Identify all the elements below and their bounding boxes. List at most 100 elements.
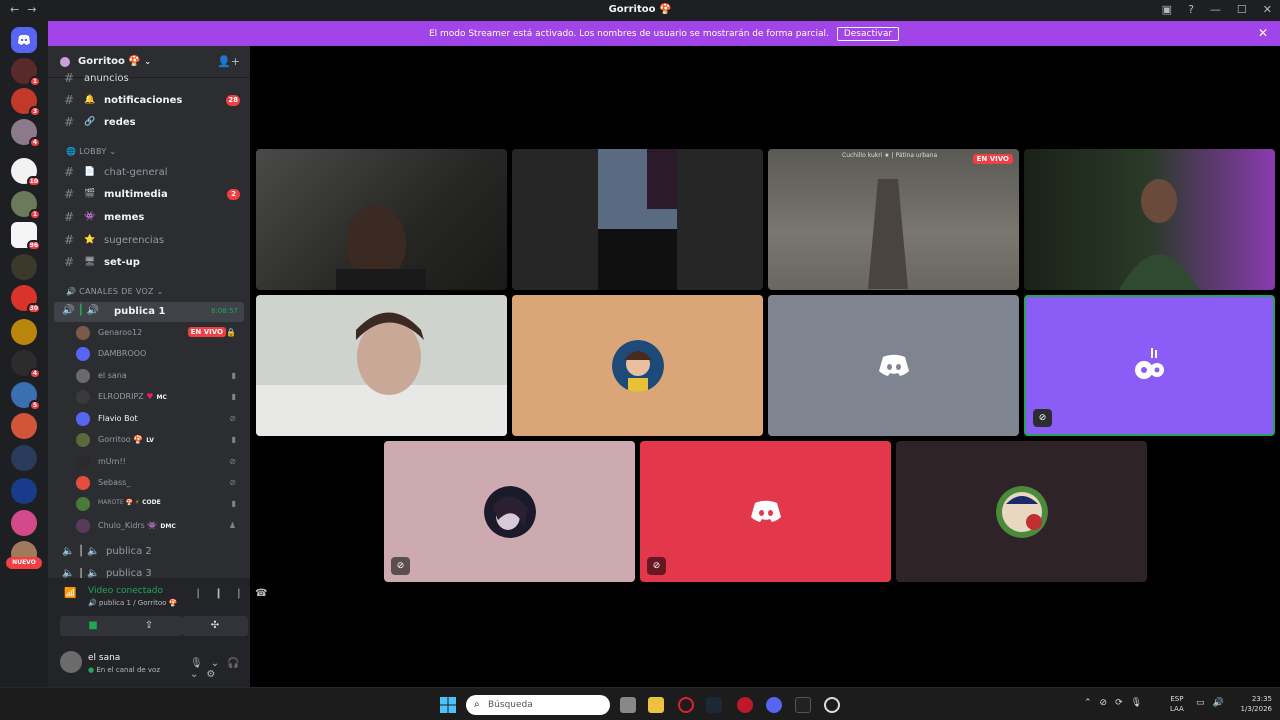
disable-streamer-button[interactable]: Desactivar: [836, 26, 900, 41]
server-icon-7[interactable]: [11, 254, 37, 280]
chrome-icon[interactable]: [824, 697, 840, 713]
server-icon-5[interactable]: 1: [11, 191, 41, 220]
video-tile-11[interactable]: [896, 441, 1147, 582]
streamer-mode-banner: El modo Streamer está activado. Los nomb…: [48, 21, 1280, 46]
category-voice[interactable]: 🔊 CANALES DE VOZ ⌄: [66, 287, 164, 296]
app-icon[interactable]: [737, 697, 753, 713]
windows-start-icon[interactable]: [440, 697, 456, 713]
video-tile-1[interactable]: [256, 149, 507, 290]
tray-icon: ⊘: [1099, 698, 1116, 708]
close-icon[interactable]: ✕: [1258, 26, 1268, 40]
video-tile-8-speaking[interactable]: ⊘: [1024, 295, 1275, 436]
video-tile-9[interactable]: ⊘: [384, 441, 635, 582]
voice-user[interactable]: Gorritoo 🍄 LV ▮: [76, 430, 242, 450]
channel-memes[interactable]: # 👾 memes: [56, 207, 244, 227]
network-volume-icons[interactable]: ▭🔊: [1196, 698, 1232, 708]
server-icon-10[interactable]: 4: [11, 350, 41, 379]
discord-logo-icon: [750, 500, 781, 522]
server-icon-9[interactable]: [11, 319, 37, 345]
voice-actions[interactable]: ❘❙❘☎: [194, 588, 280, 599]
video-tile-6[interactable]: [512, 295, 763, 436]
search-icon: ⌕: [474, 699, 480, 710]
discord-home-icon[interactable]: [11, 27, 37, 53]
user-name: el sana: [88, 653, 121, 663]
avatar[interactable]: [60, 651, 82, 673]
server-icon-8[interactable]: 30: [11, 285, 41, 314]
activities-button[interactable]: ✣: [182, 616, 248, 636]
minimize-button[interactable]: —: [1210, 3, 1221, 16]
inbox-icon[interactable]: ▣: [1162, 3, 1172, 16]
close-window-button[interactable]: ✕: [1263, 3, 1272, 16]
camera-off-icon: ⊘: [1033, 409, 1052, 427]
voice-user[interactable]: Sebass_ ⊘: [76, 473, 242, 493]
voice-user[interactable]: Genaroo12 EN VIVO 🔒: [76, 323, 242, 343]
server-icon-3[interactable]: 4: [11, 119, 41, 148]
voice-user[interactable]: Flavio Bot ⊘: [76, 409, 242, 429]
voice-channel-publica-3[interactable]: 🔈 ┃ 🔈 publica 3: [56, 568, 151, 578]
voice-timer: 8:08:57: [211, 307, 238, 315]
language-indicator[interactable]: ESP LAA: [1170, 694, 1184, 714]
webcam-feed: [256, 312, 507, 436]
server-icon-1[interactable]: 1: [11, 58, 41, 87]
avatar: [483, 485, 536, 538]
channel-anuncios[interactable]: # anuncios: [56, 68, 244, 88]
channel-set-up[interactable]: # 🖥 set-up: [56, 252, 244, 272]
discord-taskbar-icon[interactable]: [766, 697, 782, 713]
system-tray[interactable]: ⌃⊘⟳🎙: [1084, 698, 1150, 708]
video-tile-7[interactable]: [768, 295, 1019, 436]
video-tile-3[interactable]: EN VIVO Cuchillo kukri ★ | Pátina urbana: [768, 149, 1019, 290]
channel-chat-general[interactable]: # 📄 chat-general: [56, 162, 244, 182]
voice-user[interactable]: ELRODRIPZ ♥ MC ▮: [76, 387, 242, 407]
voice-channel-publica-2[interactable]: 🔈 ┃ 🔈 publica 2: [56, 546, 151, 557]
signal-icon[interactable]: 📶: [64, 588, 76, 599]
stream-caption: Cuchillo kukri ★ | Pátina urbana: [842, 152, 938, 159]
server-list: 1 3 4 10 1 96 30 4 5 NUEVO: [0, 21, 48, 687]
video-tile-2[interactable]: [512, 149, 763, 290]
server-icon-11[interactable]: 5: [11, 382, 41, 411]
clock[interactable]: 23:35 1/3/2026: [1232, 694, 1272, 714]
task-view-icon[interactable]: [620, 697, 636, 713]
stream-feed: [598, 149, 677, 290]
channel-redes[interactable]: # 🔗 redes: [56, 112, 244, 132]
opera-icon[interactable]: [678, 697, 694, 713]
tray-icon: ⟳: [1115, 698, 1131, 708]
noise-suppression-icon: ❘❙❘: [194, 588, 256, 599]
server-icon-2[interactable]: 3: [11, 88, 41, 117]
help-icon[interactable]: ?: [1188, 3, 1194, 16]
add-user-icon[interactable]: 👤+: [217, 55, 240, 68]
channel-multimedia[interactable]: # 🎬 multimedia 2: [56, 184, 244, 204]
server-icon-14[interactable]: [11, 478, 37, 504]
channel-sugerencias[interactable]: # ⭐ sugerencias: [56, 230, 244, 250]
server-icon-4[interactable]: 10: [11, 158, 41, 187]
voice-user[interactable]: Chulo_Kidrs 👾 DMC ♟: [76, 516, 242, 536]
steam-icon[interactable]: [706, 697, 722, 713]
avatar: [611, 339, 664, 392]
voice-location: 🔊 publica 1 / Gorritoo 🍄: [88, 599, 178, 607]
video-tile-10[interactable]: ⊘: [640, 441, 891, 582]
voice-user[interactable]: MAROTE 🍄 ⚡ CODE ▮: [76, 494, 242, 514]
server-icon-15[interactable]: [11, 510, 37, 536]
voice-user[interactable]: el sana ▮: [76, 366, 242, 386]
voice-user[interactable]: mUm!! ⊘: [76, 452, 242, 472]
category-lobby[interactable]: 🌐 LOBBY ⌄: [66, 147, 116, 156]
epic-games-icon[interactable]: [795, 697, 811, 713]
microphone-icon: 🎙⌄: [190, 658, 228, 669]
video-tile-4[interactable]: [1024, 149, 1275, 290]
server-icon-12[interactable]: [11, 413, 37, 439]
screen-share-button[interactable]: ⇪: [116, 616, 182, 636]
taskbar-search-input[interactable]: ⌕ Búsqueda: [466, 695, 610, 715]
speaker-icon: 🔊 ┃ 🔊: [62, 305, 100, 316]
voice-user[interactable]: DAMBROOO: [76, 344, 242, 364]
channel-sidebar: Gorritoo 🍄 ⌄ 👤+ # anuncios # 🔔 notificacion…: [48, 46, 267, 687]
channel-notificaciones[interactable]: # 🔔 notificaciones 28: [56, 90, 244, 110]
server-icon-6[interactable]: 96: [11, 222, 41, 251]
voice-connection-panel: 📶 Video conectado 🔊 publica 1 / Gorritoo…: [48, 578, 267, 687]
maximize-button[interactable]: ☐: [1237, 3, 1247, 16]
server-icon-13[interactable]: [11, 445, 37, 471]
taskbar: ⌕ Búsqueda ⌃⊘⟳🎙 ESP LAA ▭🔊 23:35 1/3/2026: [0, 687, 1280, 720]
video-tile-5[interactable]: [256, 295, 507, 436]
file-explorer-icon[interactable]: [648, 697, 664, 713]
voice-channel-active[interactable]: 🔊 ┃ 🔊 publica 1 8:08:57: [54, 302, 244, 322]
user-controls[interactable]: 🎙⌄🎧⌄⚙: [190, 658, 250, 680]
voice-status[interactable]: Video conectado: [88, 586, 163, 596]
